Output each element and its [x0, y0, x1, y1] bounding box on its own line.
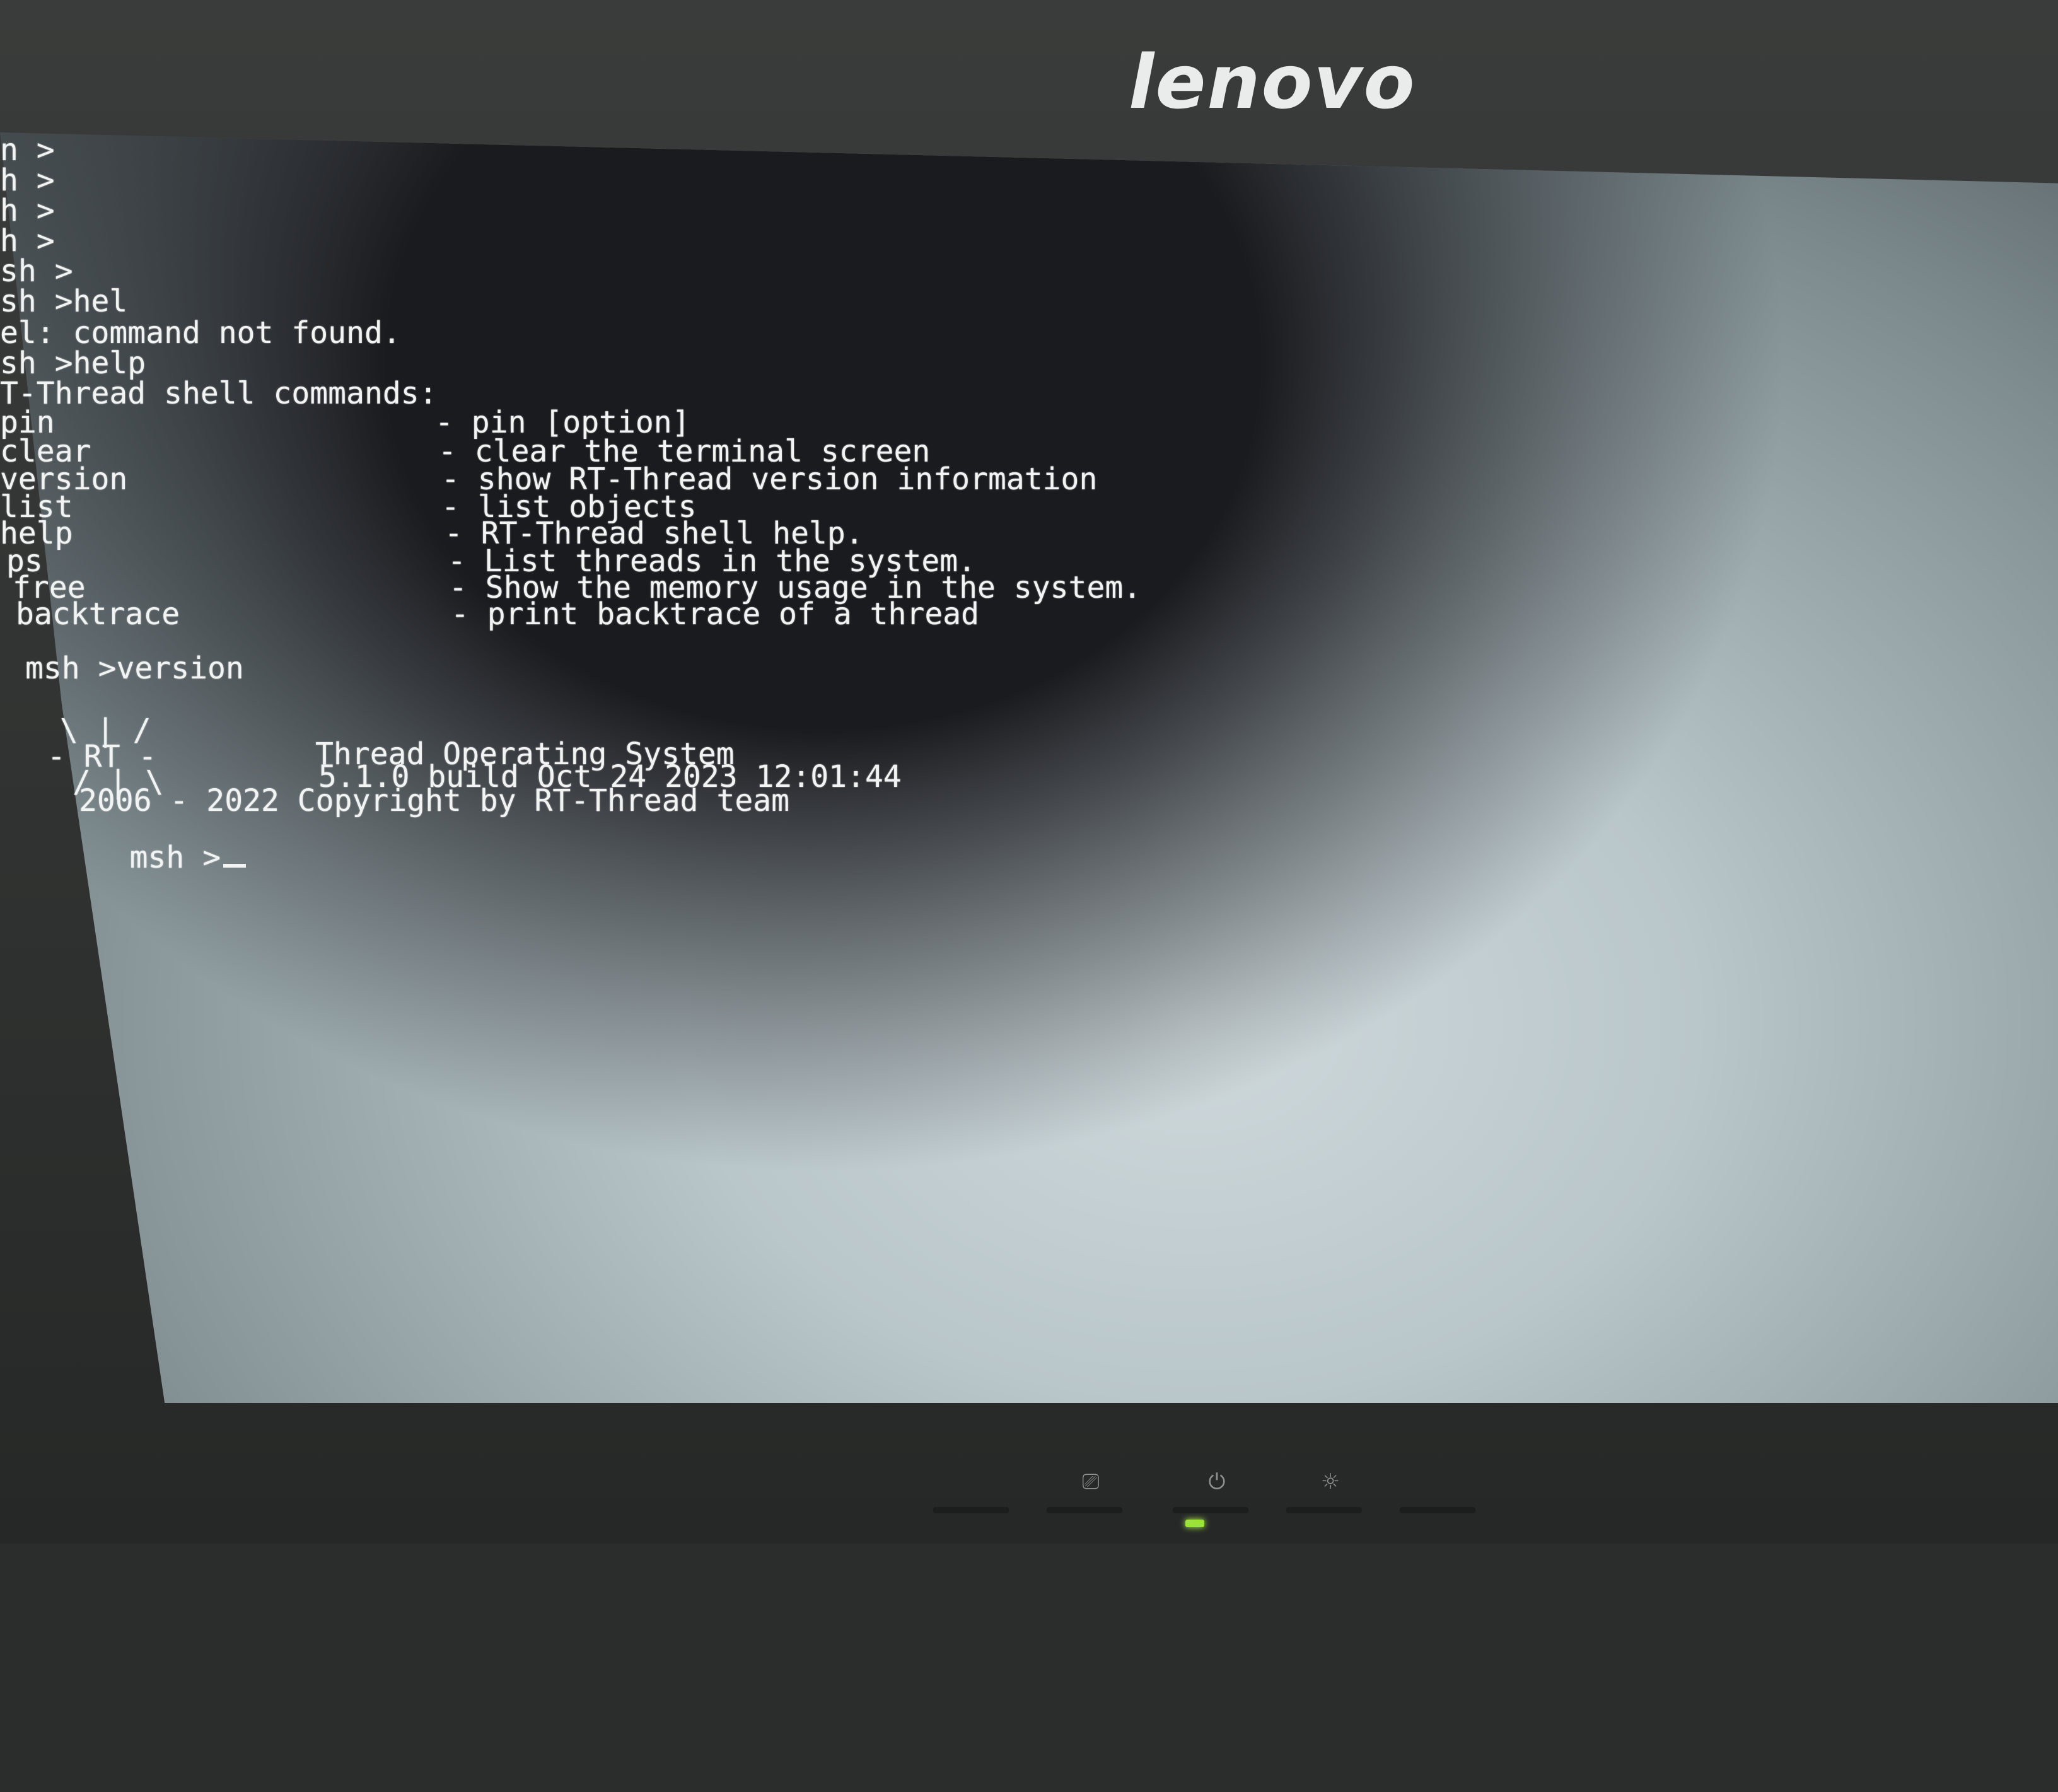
history-prompt: sh >: [0, 253, 73, 289]
command-name: backtrace: [16, 596, 180, 632]
input-button[interactable]: [1047, 1507, 1122, 1513]
input-source-icon: ⎚: [1082, 1469, 1100, 1494]
brightness-button[interactable]: [1286, 1507, 1362, 1513]
terminal-line: sh >hel: [0, 284, 128, 319]
history-prompt: h >: [0, 223, 55, 259]
text-cursor: [223, 864, 247, 868]
history-prompt: h >: [0, 193, 55, 228]
terminal-line: sh >help: [0, 346, 146, 381]
brand-logo: lenovo: [1129, 38, 1416, 125]
command-name: pin: [0, 405, 55, 440]
terminal-line: el: command not found.: [0, 315, 401, 351]
command-desc: - pin [option]: [435, 405, 690, 440]
power-icon: ⏻: [1208, 1469, 1226, 1494]
command-prompt[interactable]: msh >: [57, 814, 247, 873]
menu-button[interactable]: [1400, 1507, 1475, 1513]
terminal-console[interactable]: n > h > h > h > sh > sh >hel el: command…: [0, 132, 1450, 892]
command-desc: - print backtrace of a thread: [451, 596, 980, 632]
monitor-controls: ⎚ ⏻ ☼: [921, 1469, 1488, 1539]
prompt-text: msh >: [129, 840, 221, 875]
terminal-line: T-Thread shell commands:: [0, 376, 438, 411]
power-led: [1185, 1520, 1204, 1527]
banner-copyright: 2006 - 2022 Copyright by RT-Thread team: [79, 783, 790, 818]
version-command: msh >version: [25, 651, 244, 686]
power-button[interactable]: [1173, 1507, 1248, 1513]
auto-button[interactable]: [933, 1507, 1009, 1513]
history-prompt: h >: [0, 163, 55, 198]
history-prompt: n >: [0, 132, 55, 168]
brightness-icon: ☼: [1320, 1469, 1340, 1494]
